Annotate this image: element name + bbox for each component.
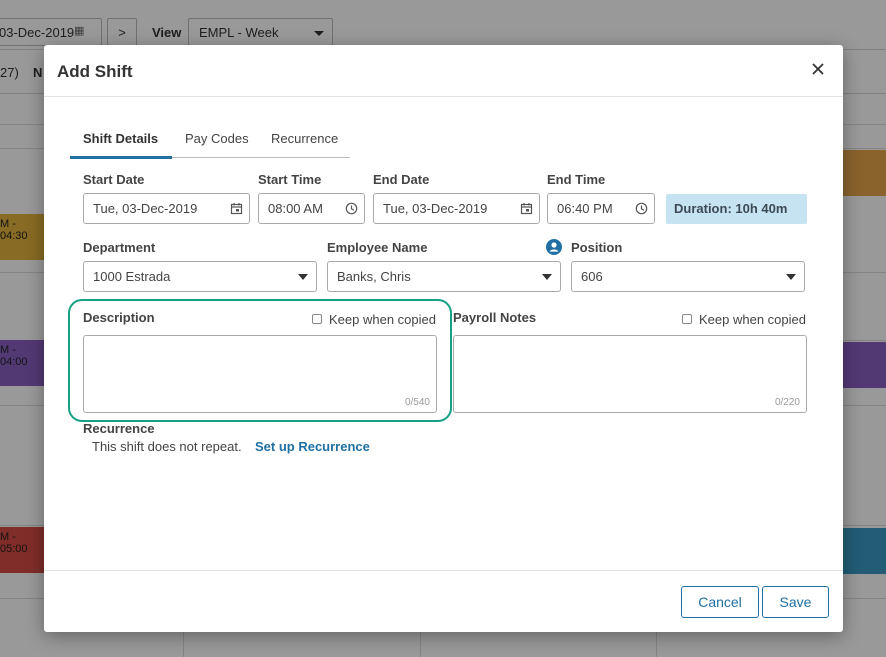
payroll-notes-char-counter: 0/220 <box>774 397 800 408</box>
description-textarea[interactable]: 0/540 <box>83 335 437 413</box>
end-time-value: 06:40 PM <box>557 201 613 216</box>
calendar-icon <box>520 203 533 215</box>
start-date-value: Tue, 03-Dec-2019 <box>93 201 198 216</box>
payroll-notes-label: Payroll Notes <box>453 310 537 325</box>
start-date-label: Start Date <box>83 172 145 187</box>
add-shift-dialog: Add Shift Shift Details Pay Codes Recurr… <box>44 45 843 632</box>
chevron-down-icon <box>298 274 308 280</box>
end-date-label: End Date <box>373 172 430 187</box>
position-label: Position <box>571 240 623 255</box>
clock-icon <box>345 202 358 215</box>
tab-bar: Shift Details Pay Codes Recurrence <box>70 125 350 159</box>
save-button[interactable]: Save <box>762 586 829 618</box>
close-button[interactable] <box>807 58 829 80</box>
position-value: 606 <box>581 269 603 284</box>
cancel-button[interactable]: Cancel <box>681 586 759 618</box>
start-time-field[interactable]: 08:00 AM <box>258 193 365 224</box>
active-tab-indicator <box>70 156 172 159</box>
checkbox-box[interactable] <box>312 314 322 324</box>
clock-icon <box>635 202 648 215</box>
user-icon[interactable] <box>546 239 562 255</box>
chevron-down-icon <box>786 274 796 280</box>
recurrence-status-text: This shift does not repeat. <box>92 439 242 454</box>
dialog-header: Add Shift <box>44 45 843 97</box>
close-icon <box>812 63 824 75</box>
recurrence-label: Recurrence <box>83 421 155 436</box>
duration-badge: Duration: 10h 40m <box>666 194 807 224</box>
end-time-label: End Time <box>547 172 606 187</box>
employee-name-select[interactable]: Banks, Chris <box>327 261 561 292</box>
dialog-footer: Cancel Save <box>44 570 843 632</box>
checkbox-label: Keep when copied <box>329 312 436 327</box>
payroll-notes-textarea[interactable]: 0/220 <box>453 335 807 413</box>
tab-shift-details[interactable]: Shift Details <box>83 131 158 146</box>
dialog-title: Add Shift <box>57 62 133 81</box>
department-label: Department <box>83 240 156 255</box>
employee-name-value: Banks, Chris <box>337 269 411 284</box>
department-value: 1000 Estrada <box>93 269 171 284</box>
end-time-field[interactable]: 06:40 PM <box>547 193 655 224</box>
set-up-recurrence-link[interactable]: Set up Recurrence <box>255 439 370 454</box>
end-date-field[interactable]: Tue, 03-Dec-2019 <box>373 193 540 224</box>
checkbox-label: Keep when copied <box>699 312 806 327</box>
chevron-down-icon <box>542 274 552 280</box>
department-select[interactable]: 1000 Estrada <box>83 261 317 292</box>
employee-name-label: Employee Name <box>327 240 428 255</box>
description-label: Description <box>83 310 155 325</box>
start-time-label: Start Time <box>258 172 322 187</box>
start-time-value: 08:00 AM <box>268 201 323 216</box>
calendar-icon <box>230 203 243 215</box>
position-select[interactable]: 606 <box>571 261 805 292</box>
tab-recurrence[interactable]: Recurrence <box>271 131 338 146</box>
tab-pay-codes[interactable]: Pay Codes <box>185 131 249 146</box>
end-date-value: Tue, 03-Dec-2019 <box>383 201 488 216</box>
start-date-field[interactable]: Tue, 03-Dec-2019 <box>83 193 250 224</box>
description-char-counter: 0/540 <box>404 397 430 408</box>
checkbox-box[interactable] <box>682 314 692 324</box>
